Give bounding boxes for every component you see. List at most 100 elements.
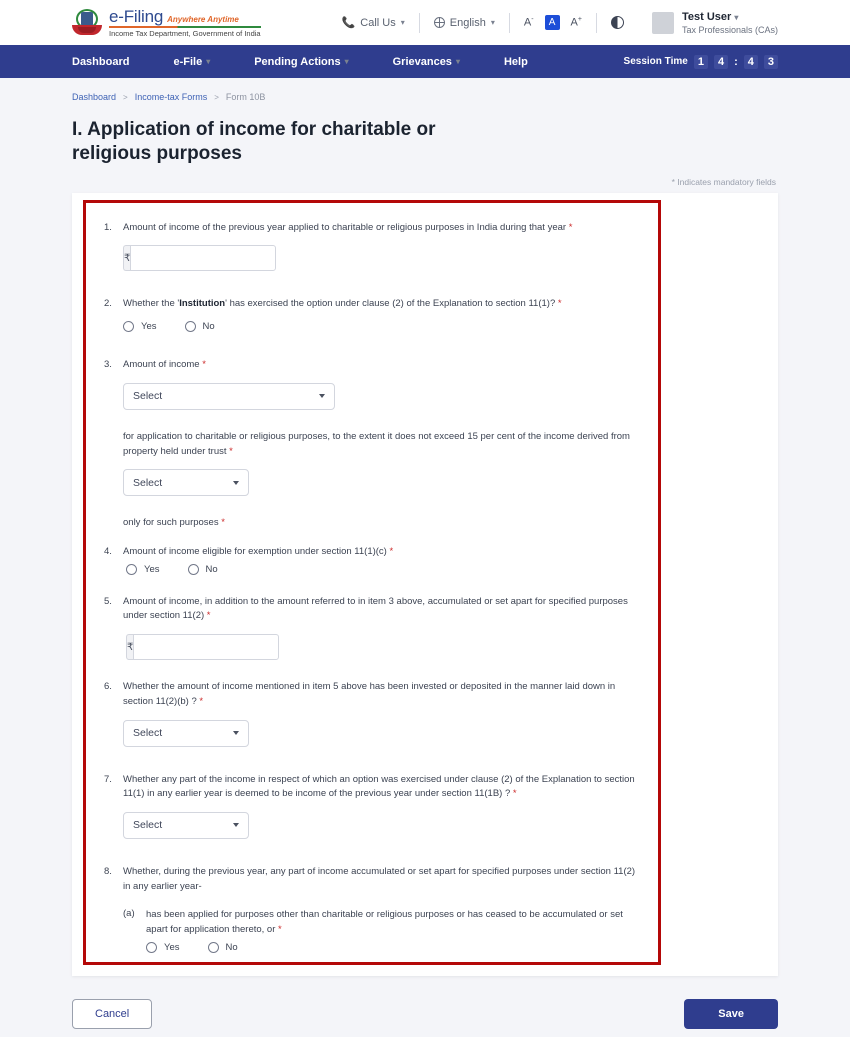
question-label: Amount of income eligible for exemption … — [123, 545, 394, 557]
contrast-icon — [610, 16, 624, 29]
question-number: 4. — [104, 545, 112, 557]
question-label: Amount of income * — [123, 359, 206, 371]
session-digit: 4 — [743, 54, 758, 69]
question-label: Amount of income of the previous year ap… — [123, 221, 573, 233]
session-digit: 1 — [693, 54, 708, 69]
required-marker: * — [557, 298, 562, 310]
question-label: Whether the 'Institution' has exercised … — [123, 298, 562, 310]
chevron-down-icon — [233, 823, 239, 828]
question-1: 1. Amount of income of the previous year… — [104, 221, 640, 272]
chevron-down-icon: ▾ — [344, 57, 349, 66]
language-selector[interactable]: English ▾ — [420, 17, 509, 29]
session-time-label: Session Time — [623, 56, 688, 67]
rupee-symbol-icon: ₹ — [126, 634, 134, 661]
session-digit: 4 — [713, 54, 729, 69]
nav-item-dashboard[interactable]: Dashboard — [72, 56, 151, 68]
select-value: Select — [133, 819, 163, 832]
radio-q2-no[interactable]: No — [184, 321, 215, 333]
cancel-button[interactable]: Cancel — [72, 998, 153, 1029]
question-number: 8. — [104, 865, 112, 877]
session-digit: 3 — [763, 54, 778, 69]
question-5: 5. Amount of income, in addition to the … — [104, 595, 640, 661]
question-label: Amount of income, in addition to the amo… — [123, 595, 628, 622]
radio-group-q8a: Yes No — [146, 941, 640, 953]
breadcrumb-item-dashboard[interactable]: Dashboard — [72, 92, 116, 102]
brand-logo[interactable]: e-Filing Anywhere Anytime Income Tax Dep… — [72, 8, 261, 38]
radio-circle-icon — [184, 321, 196, 333]
save-button[interactable]: Save — [684, 998, 778, 1029]
required-marker: * — [202, 359, 206, 371]
amount-input-q5[interactable] — [133, 634, 280, 661]
select-value: Select — [133, 727, 163, 740]
select-q7[interactable]: Select — [123, 811, 249, 839]
call-us-label: Call Us — [360, 16, 396, 29]
chevron-down-icon — [233, 480, 239, 485]
required-marker: * — [221, 517, 225, 529]
brand-tagline: Anywhere Anytime — [167, 14, 239, 24]
required-marker: * — [229, 445, 233, 457]
amount-field-q5: ₹ — [126, 634, 280, 661]
question-number: 6. — [104, 681, 112, 693]
session-colon: : — [734, 55, 738, 68]
chevron-down-icon — [233, 731, 239, 736]
language-label: English — [449, 16, 486, 29]
question-label: Whether any part of the income in respec… — [123, 773, 635, 800]
question-8a: (a) has been applied for purposes other … — [123, 908, 640, 953]
question-number: 7. — [104, 773, 112, 785]
select-value: Select — [133, 390, 163, 403]
breadcrumb-separator: > — [123, 92, 128, 102]
nav-item-grievances[interactable]: Grievances ▾ — [371, 56, 482, 68]
phone-icon: 📞 — [341, 17, 356, 29]
user-name: Test User ▾ — [681, 10, 739, 23]
radio-q8a-no[interactable]: No — [207, 941, 238, 953]
select-q3-secondary[interactable]: Select — [123, 469, 249, 497]
question-number: 1. — [104, 221, 112, 233]
mandatory-fields-note: * Indicates mandatory fields — [671, 176, 776, 187]
radio-circle-icon — [123, 321, 134, 333]
india-emblem-icon — [72, 8, 102, 37]
nav-item-efile[interactable]: e-File ▾ — [151, 56, 232, 68]
nav-item-help[interactable]: Help — [482, 56, 550, 68]
font-default-button[interactable]: A — [544, 15, 560, 30]
breadcrumb-item-income-tax-forms[interactable]: Income-tax Forms — [135, 92, 208, 102]
question-number: 5. — [104, 595, 112, 607]
select-value: Select — [133, 476, 163, 489]
avatar — [651, 11, 674, 34]
amount-input-q1[interactable] — [130, 245, 277, 272]
question-3: 3. Amount of income * Select for applica… — [104, 358, 640, 531]
radio-q4-no[interactable]: No — [187, 563, 218, 575]
main-navigation: Dashboard e-File ▾ Pending Actions ▾ Gri… — [0, 45, 850, 78]
radio-circle-icon — [146, 941, 157, 953]
select-q6[interactable]: Select — [123, 719, 249, 747]
contrast-toggle[interactable] — [597, 16, 638, 29]
breadcrumb-separator: > — [214, 92, 219, 102]
select-q3-amount-of-income[interactable]: Select — [123, 382, 335, 410]
font-size-controls: A- A A+ — [510, 15, 596, 30]
required-marker: * — [568, 221, 573, 233]
radio-q2-yes[interactable]: Yes — [123, 321, 157, 333]
user-menu[interactable]: Test User ▾ Tax Professionals (CAs) — [638, 11, 778, 35]
radio-q4-yes[interactable]: Yes — [126, 563, 160, 575]
form-actions: Cancel Save — [72, 998, 778, 1029]
chevron-down-icon: ▾ — [206, 57, 211, 66]
chevron-down-icon: ▾ — [455, 57, 460, 66]
page-body: Dashboard > Income-tax Forms > Form 10B … — [0, 78, 850, 1037]
chevron-down-icon — [319, 394, 325, 399]
font-increase-button[interactable]: A+ — [571, 16, 582, 29]
required-marker: * — [512, 788, 517, 800]
question-4: 4. Amount of income eligible for exempti… — [104, 545, 640, 575]
radio-q8a-yes[interactable]: Yes — [146, 941, 180, 953]
call-us-button[interactable]: 📞 Call Us ▾ — [328, 16, 419, 30]
question-2: 2. Whether the 'Institution' has exercis… — [104, 297, 640, 333]
top-header: e-Filing Anywhere Anytime Income Tax Dep… — [0, 0, 850, 45]
question-8: 8. Whether, during the previous year, an… — [104, 865, 640, 962]
font-decrease-button[interactable]: A- — [524, 16, 534, 29]
nav-item-pending-actions[interactable]: Pending Actions ▾ — [232, 56, 370, 68]
radio-group-q4: Yes No — [126, 563, 640, 575]
brand-subtitle: Income Tax Department, Government of Ind… — [109, 28, 261, 38]
radio-circle-icon — [187, 563, 199, 575]
header-utilities: 📞 Call Us ▾ English ▾ A- A A+ Test User … — [328, 11, 778, 35]
brand-rule — [109, 25, 261, 28]
globe-icon — [433, 17, 445, 28]
amount-field-q1: ₹ — [123, 245, 277, 272]
